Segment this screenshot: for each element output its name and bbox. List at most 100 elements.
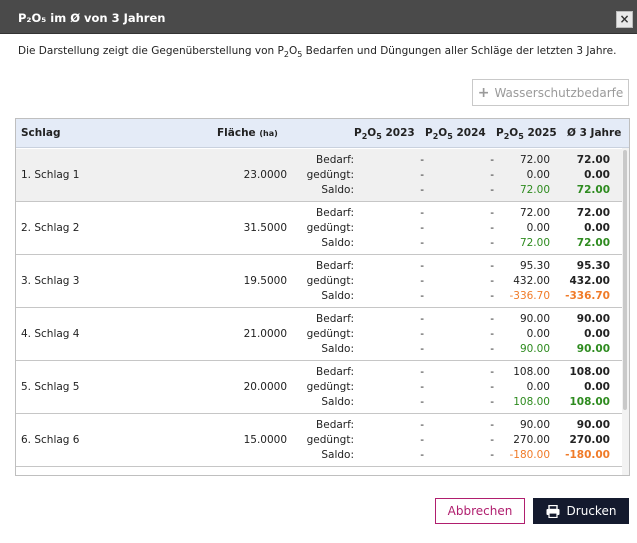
col-y2024: - - - (490, 206, 494, 251)
value-y2023-saldo: - (420, 343, 424, 355)
value-y2023-bedarf: - (420, 154, 424, 166)
table-row[interactable]: 3. Schlag 3 19.5000 Bedarf: gedüngt: Saldo: -… (16, 255, 622, 308)
dialog-title: P₂O₅ im Ø von 3 Jahren (18, 11, 166, 25)
label-saldo: Saldo: (321, 449, 354, 461)
header-flaeche[interactable]: Fläche (ha) (217, 127, 278, 139)
table-row[interactable]: 4. Schlag 4 21.0000 Bedarf: gedüngt: Saldo: -… (16, 308, 622, 361)
schlag-name: 1. Schlag 1 (21, 169, 80, 181)
value-y2024-bedarf: - (490, 419, 494, 431)
table-header: Schlag Fläche (ha) P2O5 2023 P2O5 2024 P… (16, 119, 629, 148)
value-avg-bedarf: 72.00 (576, 207, 610, 219)
row-labels: Bedarf: gedüngt: Saldo: (307, 418, 354, 463)
label-geduengt: gedüngt: (306, 222, 354, 234)
row-labels: Bedarf: gedüngt: Saldo: (307, 153, 354, 198)
col-avg: 72.00 0.00 72.00 (577, 153, 610, 198)
intro-text: Die Darstellung zeigt die Gegenüberstell… (18, 45, 617, 60)
value-y2025-bedarf: 72.00 (519, 154, 550, 166)
value-y2024-bedarf: - (490, 207, 494, 219)
value-y2023-saldo: - (420, 184, 424, 196)
col-y2025: 90.00 0.00 90.00 (520, 312, 550, 357)
value-avg-geduengt: 0.00 (584, 169, 610, 181)
schlag-area: 19.5000 (243, 275, 287, 287)
value-y2025-bedarf: 90.00 (519, 313, 550, 325)
value-avg-bedarf: 90.00 (576, 313, 610, 325)
value-y2024-geduengt: - (490, 169, 494, 181)
col-y2023: - - - (420, 312, 424, 357)
header-p2o5-2023[interactable]: P2O5 2023 (354, 127, 415, 141)
table-row[interactable]: 2. Schlag 2 31.5000 Bedarf: gedüngt: Saldo: -… (16, 202, 622, 255)
label-bedarf: Bedarf: (316, 207, 354, 219)
table-row[interactable]: 1. Schlag 1 23.0000 Bedarf: gedüngt: Saldo: -… (16, 149, 622, 202)
value-y2023-saldo: - (420, 449, 424, 461)
value-avg-bedarf: 95.30 (576, 260, 610, 272)
schlag-area: 23.0000 (243, 169, 287, 181)
value-y2023-geduengt: - (420, 328, 424, 340)
col-y2025: 95.30 432.00 -336.70 (509, 259, 550, 304)
row-labels: Bedarf: gedüngt: Saldo: (307, 312, 354, 357)
print-button[interactable]: Drucken (533, 498, 629, 524)
header-schlag[interactable]: Schlag (21, 127, 60, 139)
schlag-name: 2. Schlag 2 (21, 222, 80, 234)
wasserschutzbedarfe-label: Wasserschutzbedarfe (494, 85, 624, 100)
col-y2024: - - - (490, 312, 494, 357)
value-y2024-bedarf: - (490, 154, 494, 166)
value-y2025-geduengt: 0.00 (526, 169, 550, 181)
value-y2025-saldo: -180.00 (509, 449, 550, 461)
row-labels: Bedarf: gedüngt: Saldo: (307, 206, 354, 251)
schlag-name: 5. Schlag 5 (21, 381, 80, 393)
value-y2024-saldo: - (490, 396, 494, 408)
header-p2o5-2024[interactable]: P2O5 2024 (425, 127, 486, 141)
label-saldo: Saldo: (321, 396, 354, 408)
col-avg: 90.00 270.00 -180.00 (565, 418, 610, 463)
value-y2024-geduengt: - (490, 275, 494, 287)
cancel-button[interactable]: Abbrechen (435, 498, 525, 524)
value-avg-geduengt: 0.00 (584, 328, 610, 340)
value-y2023-geduengt: - (420, 434, 424, 446)
value-avg-bedarf: 90.00 (576, 419, 610, 431)
table-row[interactable]: 5. Schlag 5 20.0000 Bedarf: gedüngt: Saldo: -… (16, 361, 622, 414)
label-saldo: Saldo: (321, 237, 354, 249)
col-y2023: - - - (420, 259, 424, 304)
scroll-thumb[interactable] (623, 150, 627, 410)
value-y2025-geduengt: 432.00 (513, 275, 550, 287)
value-y2023-bedarf: - (420, 313, 424, 325)
table-scrollbar[interactable] (622, 148, 629, 475)
label-geduengt: gedüngt: (306, 328, 354, 340)
label-geduengt: gedüngt: (306, 275, 354, 287)
col-y2024: - - - (490, 418, 494, 463)
close-icon[interactable]: × (616, 11, 633, 28)
schlag-name: 3. Schlag 3 (21, 275, 80, 287)
value-avg-saldo: 72.00 (576, 184, 610, 196)
col-y2025: 72.00 0.00 72.00 (520, 206, 550, 251)
value-avg-saldo: 108.00 (569, 396, 610, 408)
label-bedarf: Bedarf: (316, 260, 354, 272)
value-y2024-saldo: - (490, 343, 494, 355)
label-saldo: Saldo: (321, 343, 354, 355)
header-avg[interactable]: Ø 3 Jahre (567, 127, 621, 139)
schlag-area: 20.0000 (243, 381, 287, 393)
value-avg-bedarf: 108.00 (569, 366, 610, 378)
col-avg: 95.30 432.00 -336.70 (565, 259, 610, 304)
value-y2025-saldo: 90.00 (519, 343, 550, 355)
value-y2025-geduengt: 270.00 (513, 434, 550, 446)
value-y2023-bedarf: - (420, 207, 424, 219)
value-avg-geduengt: 432.00 (569, 275, 610, 287)
col-y2023: - - - (420, 365, 424, 410)
label-saldo: Saldo: (321, 290, 354, 302)
value-y2025-saldo: 108.00 (513, 396, 550, 408)
label-geduengt: gedüngt: (306, 434, 354, 446)
dialog-titlebar: P₂O₅ im Ø von 3 Jahren × (0, 0, 637, 34)
table-row[interactable]: 6. Schlag 6 15.0000 Bedarf: gedüngt: Saldo: -… (16, 414, 622, 467)
col-y2023: - - - (420, 206, 424, 251)
value-avg-geduengt: 270.00 (569, 434, 610, 446)
schlag-area: 31.5000 (243, 222, 287, 234)
col-y2025: 72.00 0.00 72.00 (520, 153, 550, 198)
label-bedarf: Bedarf: (316, 154, 354, 166)
value-avg-geduengt: 0.00 (584, 222, 610, 234)
wasserschutzbedarfe-button[interactable]: + Wasserschutzbedarfe (472, 79, 629, 106)
header-p2o5-2025[interactable]: P2O5 2025 (496, 127, 557, 141)
value-y2024-geduengt: - (490, 381, 494, 393)
value-y2024-geduengt: - (490, 434, 494, 446)
schlag-name: 4. Schlag 4 (21, 328, 80, 340)
row-labels: Bedarf: gedüngt: Saldo: (307, 259, 354, 304)
